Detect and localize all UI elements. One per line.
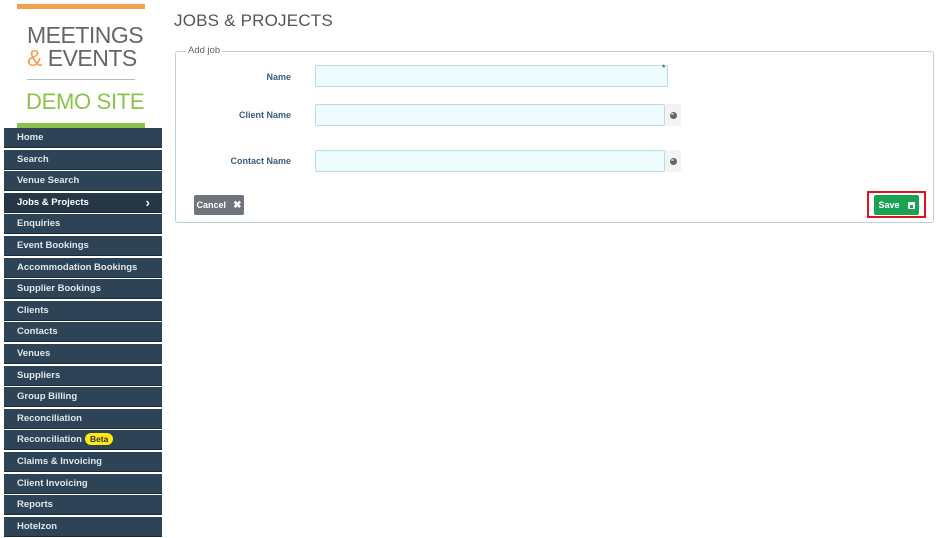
- sidebar-item-search[interactable]: Search: [4, 149, 162, 170]
- logo-ampersand: &: [27, 45, 42, 71]
- sidebar-item-label: Jobs & Projects: [17, 196, 89, 208]
- sidebar-item-label: Accommodation Bookings: [17, 261, 138, 273]
- sidebar-item-contacts[interactable]: Contacts: [4, 322, 162, 343]
- logo-top-accent: [17, 4, 145, 9]
- globe-icon: [669, 157, 677, 165]
- sidebar-item-label: Venue Search: [17, 175, 80, 187]
- sidebar-item-label: Supplier Bookings: [17, 283, 101, 295]
- sidebar-item-client-invoicing[interactable]: Client Invoicing: [4, 473, 162, 494]
- save-button[interactable]: Save: [874, 195, 919, 215]
- sidebar-item-label: Venues: [17, 347, 51, 359]
- client-lookup-button[interactable]: [665, 104, 681, 126]
- chevron-right-icon: ›: [145, 194, 150, 210]
- sidebar-item-claims-invoicing[interactable]: Claims & Invoicing: [4, 451, 162, 472]
- sidebar-item-label: Claims & Invoicing: [17, 455, 102, 467]
- sidebar-item-label: Search: [17, 153, 49, 165]
- globe-icon: [669, 111, 677, 119]
- contact-name-input[interactable]: [315, 150, 665, 172]
- sidebar-item-jobs-projects[interactable]: Jobs & Projects ›: [4, 192, 162, 213]
- close-icon: ✖: [233, 199, 242, 211]
- sidebar-item-label: Contacts: [17, 326, 58, 338]
- sidebar-item-venue-search[interactable]: Venue Search: [4, 171, 162, 192]
- cancel-button-label: Cancel: [196, 200, 227, 210]
- site-logo[interactable]: MEETINGS & EVENTS DEMO SITE: [4, 0, 162, 128]
- sidebar-item-event-bookings[interactable]: Event Bookings: [4, 235, 162, 256]
- logo-divider: [27, 79, 135, 80]
- sidebar-item-accommodation-bookings[interactable]: Accommodation Bookings: [4, 257, 162, 278]
- sidebar-item-reconciliation[interactable]: Reconciliation: [4, 408, 162, 429]
- sidebar-item-label: Event Bookings: [17, 239, 89, 251]
- sidebar-item-label: Home: [17, 132, 44, 143]
- floppy-disk-icon: [907, 201, 915, 209]
- sidebar-item-label: Hotelzon: [17, 520, 58, 532]
- required-marker: *: [662, 63, 666, 73]
- logo-events-text: EVENTS: [47, 45, 138, 71]
- sidebar-item-label: Reports: [17, 499, 53, 511]
- sidebar-item-venues[interactable]: Venues: [4, 343, 162, 364]
- logo-line-meetings: MEETINGS: [27, 22, 144, 48]
- contact-name-label: Contact Name: [230, 156, 291, 166]
- sidebar-item-label: Enquiries: [17, 218, 61, 230]
- sidebar-item-suppliers[interactable]: Suppliers: [4, 365, 162, 386]
- logo-demo-site: DEMO SITE: [26, 89, 145, 114]
- sidebar-item-enquiries[interactable]: Enquiries: [4, 214, 162, 235]
- sidebar-item-reports[interactable]: Reports: [4, 495, 162, 516]
- logo-line-events: & EVENTS: [27, 46, 137, 70]
- sidebar-item-supplier-bookings[interactable]: Supplier Bookings: [4, 279, 162, 300]
- client-name-input[interactable]: [315, 104, 665, 126]
- sidebar-item-label: Clients: [17, 304, 49, 316]
- contact-lookup-button[interactable]: [665, 150, 681, 172]
- page-title: JOBS & PROJECTS: [174, 11, 333, 30]
- sidebar-item-label: Client Invoicing: [17, 477, 88, 489]
- sidebar: MEETINGS & EVENTS DEMO SITE Home Search …: [4, 0, 162, 538]
- sidebar-item-hotelzon[interactable]: Hotelzon: [4, 516, 162, 537]
- sidebar-item-label: Group Billing: [17, 391, 78, 403]
- save-button-label: Save: [878, 200, 900, 210]
- sidebar-item-label: Reconciliation: [17, 412, 82, 424]
- sidebar-item-label: Suppliers: [17, 369, 61, 381]
- beta-badge: Beta: [84, 433, 114, 446]
- name-label: Name: [266, 72, 291, 82]
- form-legend: Add job: [186, 45, 223, 56]
- add-job-form: Add job Name * Client Name Contact Name …: [175, 45, 934, 223]
- cancel-button[interactable]: Cancel ✖: [194, 195, 244, 215]
- sidebar-nav: Home Search Venue Search Jobs & Projects…: [4, 128, 162, 537]
- sidebar-item-clients[interactable]: Clients: [4, 300, 162, 321]
- client-name-label: Client Name: [238, 110, 291, 120]
- sidebar-item-reconciliation-beta[interactable]: Reconciliation Beta: [4, 430, 162, 451]
- sidebar-item-home[interactable]: Home: [4, 128, 162, 148]
- name-input[interactable]: [315, 65, 668, 87]
- sidebar-item-label: Reconciliation: [17, 434, 82, 446]
- sidebar-item-group-billing[interactable]: Group Billing: [4, 387, 162, 408]
